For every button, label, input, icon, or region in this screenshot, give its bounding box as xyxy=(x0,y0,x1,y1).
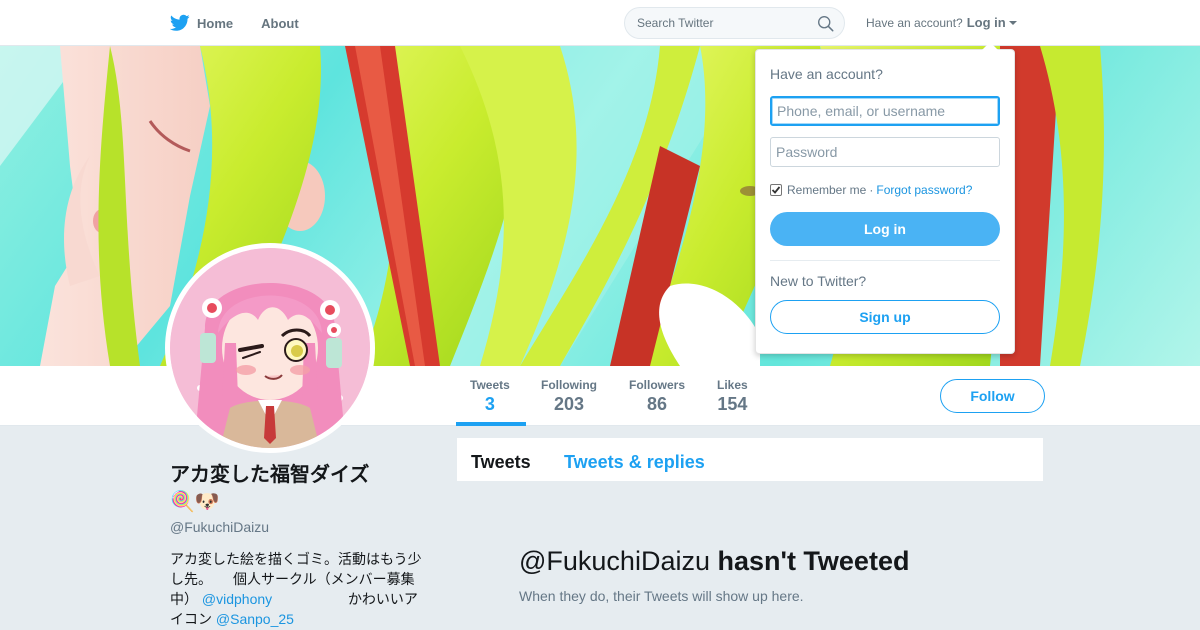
signup-button[interactable]: Sign up xyxy=(770,300,1000,334)
empty-state-subtitle: When they do, their Tweets will show up … xyxy=(519,588,804,604)
stat-value: 3 xyxy=(484,394,495,414)
divider xyxy=(770,260,1000,261)
account-prompt: Have an account? xyxy=(866,15,963,30)
nav-home-label: Home xyxy=(197,15,234,31)
checkmark-icon xyxy=(771,186,781,194)
top-nav: Home About Have an account? Log in xyxy=(0,0,1200,46)
remember-label[interactable]: Remember me xyxy=(787,183,866,197)
empty-state-title: @FukuchiDaizu hasn't Tweeted xyxy=(519,546,909,577)
stat-label: Likes xyxy=(717,378,748,392)
stat-likes[interactable]: Likes 154 xyxy=(717,378,748,415)
empty-state-text: hasn't Tweeted xyxy=(717,546,910,576)
active-tab-underline xyxy=(456,422,526,426)
login-menu-toggle[interactable]: Log in xyxy=(967,15,1006,30)
username-field[interactable] xyxy=(770,96,1000,126)
password-field[interactable] xyxy=(770,137,1000,167)
new-to-twitter-prompt: New to Twitter? xyxy=(770,273,867,289)
stat-followers[interactable]: Followers 86 xyxy=(629,378,685,415)
bio-mention-link[interactable]: @vidphony xyxy=(202,591,272,607)
follow-button[interactable]: Follow xyxy=(940,379,1045,413)
remember-separator: · xyxy=(869,183,874,197)
search-box xyxy=(624,7,845,39)
empty-state-handle: @FukuchiDaizu xyxy=(519,546,710,576)
profile-avatar[interactable] xyxy=(165,243,375,453)
profile-bio: アカ変した絵を描くゴミ。活動はもう少し先。 個人サークル（メンバー募集中） @v… xyxy=(170,549,430,629)
bio-mention-link[interactable]: @Sanpo_25 xyxy=(216,611,294,627)
nav-about[interactable]: About xyxy=(261,16,299,31)
search-input[interactable] xyxy=(625,8,805,38)
stat-value: 154 xyxy=(717,394,748,414)
search-icon[interactable] xyxy=(817,15,834,32)
tab-tweets[interactable]: Tweets xyxy=(471,452,531,473)
forgot-password-link[interactable]: Forgot password? xyxy=(876,183,972,197)
twitter-bird-icon xyxy=(170,14,190,31)
chevron-down-icon xyxy=(1008,21,1017,25)
stat-value: 203 xyxy=(553,394,585,414)
timeline-tabs: Tweets Tweets & replies xyxy=(456,437,1044,482)
login-button[interactable]: Log in xyxy=(770,212,1000,246)
login-dropdown-heading: Have an account? xyxy=(770,66,883,82)
nav-about-label: About xyxy=(261,15,299,31)
remember-checkbox[interactable] xyxy=(770,184,782,196)
tab-tweets-replies[interactable]: Tweets & replies xyxy=(564,452,705,473)
account-menu[interactable]: Have an account? Log in xyxy=(866,15,1017,30)
nav-home[interactable]: Home xyxy=(170,14,233,32)
profile-handle[interactable]: @FukuchiDaizu xyxy=(170,519,269,535)
remember-row: Remember me · Forgot password? xyxy=(770,183,972,197)
stat-following[interactable]: Following 203 xyxy=(541,378,597,415)
stat-label: Followers xyxy=(629,378,686,392)
stat-tweets[interactable]: Tweets 3 xyxy=(470,378,510,415)
avatar-image xyxy=(170,248,370,448)
profile-name: アカ変した福智ダイズ🍭🐶 xyxy=(170,464,370,513)
avatar-illustration xyxy=(170,248,370,448)
stat-value: 86 xyxy=(646,394,668,414)
stat-label: Following xyxy=(541,378,597,392)
nav-links: Home About xyxy=(170,0,327,46)
stat-label: Tweets xyxy=(470,378,510,392)
login-dropdown: Have an account? Remember me · Forgot pa… xyxy=(755,42,1015,354)
